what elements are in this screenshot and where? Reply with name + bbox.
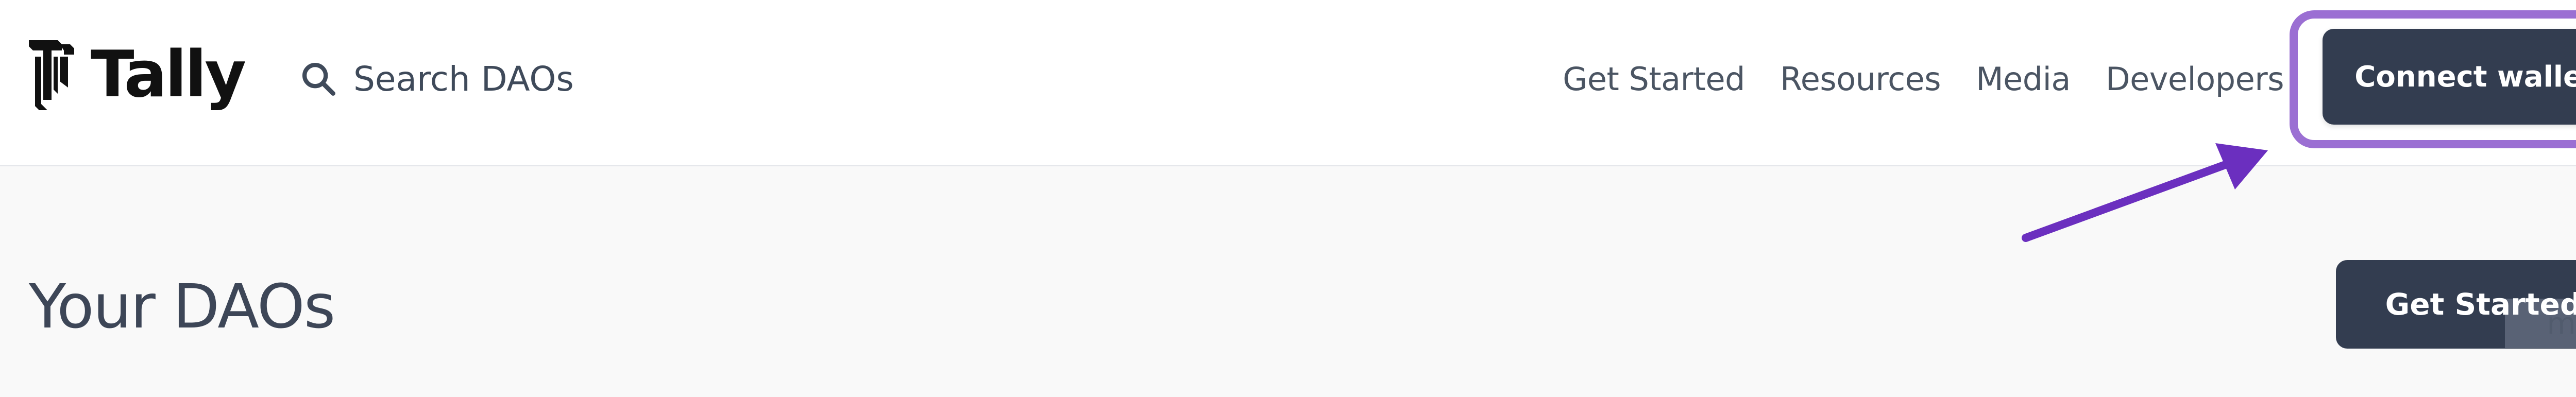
page: Tally Get Started Resources Media Develo… (0, 0, 2576, 397)
logo-wordmark: Tally (91, 38, 246, 112)
tally-logo-icon (29, 40, 74, 110)
search-bar[interactable] (299, 56, 683, 102)
tally-logo-link[interactable]: Tally (27, 36, 246, 113)
nav-link-get-started[interactable]: Get Started (1563, 60, 1745, 98)
connect-wallet-button[interactable]: Connect wallet (2323, 29, 2576, 125)
page-title: Your DAOs (29, 271, 335, 342)
search-input[interactable] (353, 56, 683, 102)
nav-link-resources[interactable]: Resources (1780, 60, 1941, 98)
nav-link-developers[interactable]: Developers (2106, 60, 2284, 98)
get-started-button-label: Get Started (2385, 287, 2576, 322)
main-nav: Get Started Resources Media Developers (1563, 56, 2284, 102)
nav-link-media[interactable]: Media (1976, 60, 2071, 98)
search-icon (302, 62, 335, 96)
top-navigation-bar: Tally Get Started Resources Media Develo… (0, 0, 2576, 166)
